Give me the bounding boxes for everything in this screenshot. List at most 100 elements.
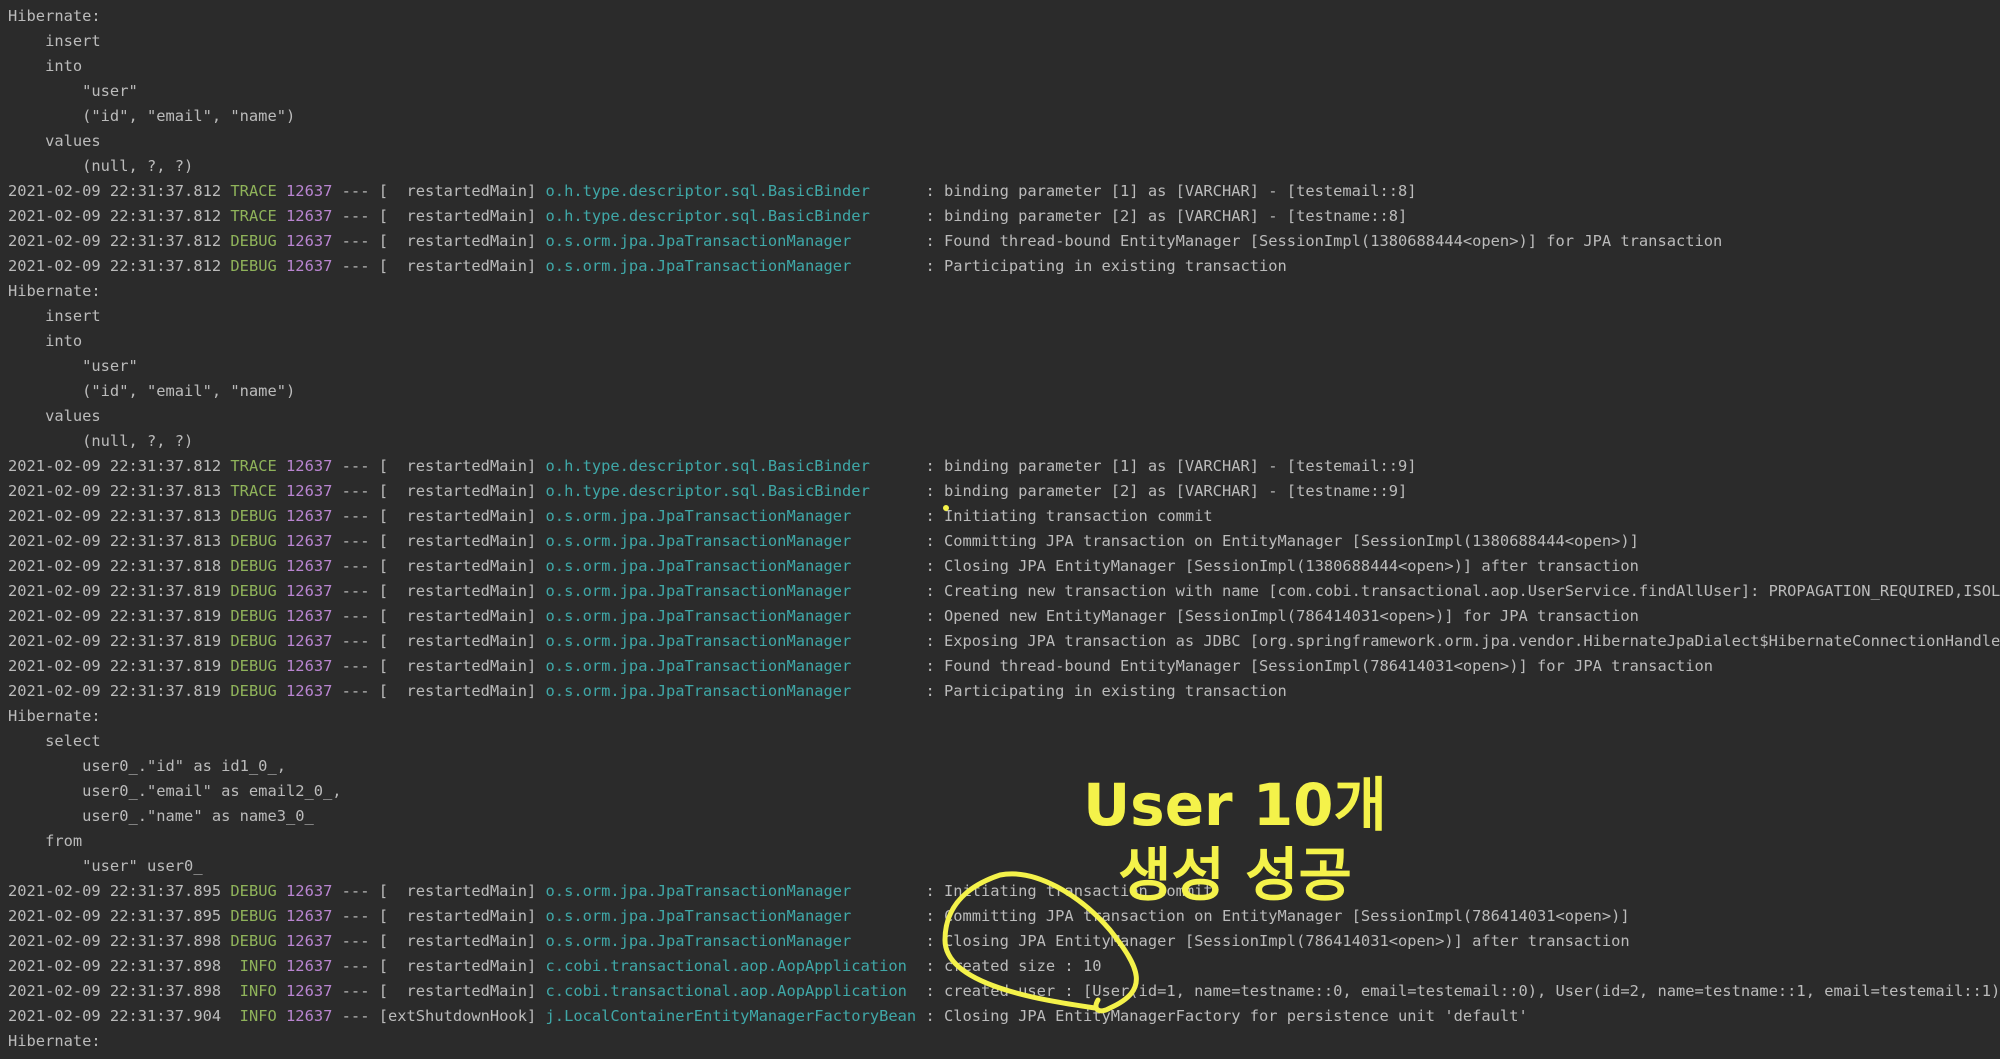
log-level: DEBUG (230, 607, 277, 625)
log-pid: 12637 (286, 182, 333, 200)
log-logger: o.s.orm.jpa.JpaTransactionManager (545, 532, 917, 550)
sql-text: into (8, 57, 83, 75)
log-timestamp: 2021-02-09 22:31:37.812 (8, 182, 222, 200)
log-level: TRACE (230, 457, 277, 475)
log-pid: 12637 (286, 957, 333, 975)
log-line: 2021-02-09 22:31:37.895 DEBUG 12637 --- … (8, 904, 2000, 929)
log-message: : binding parameter [1] as [VARCHAR] - [… (916, 457, 1417, 475)
sql-text: ("id", "email", "name") (8, 382, 305, 400)
log-thread: --- [ restartedMain] (341, 907, 537, 925)
log-level: DEBUG (230, 682, 277, 700)
log-timestamp: 2021-02-09 22:31:37.819 (8, 582, 222, 600)
sql-text: (null, ?, ?) (8, 432, 194, 450)
log-thread: --- [ restartedMain] (341, 457, 537, 475)
log-logger: o.s.orm.jpa.JpaTransactionManager (545, 682, 917, 700)
sql-line: "user" (8, 79, 2000, 104)
log-thread: --- [ restartedMain] (341, 232, 537, 250)
log-timestamp: 2021-02-09 22:31:37.813 (8, 482, 222, 500)
log-line: 2021-02-09 22:31:37.898 INFO 12637 --- [… (8, 979, 2000, 1004)
log-logger: o.s.orm.jpa.JpaTransactionManager (545, 582, 917, 600)
log-logger: c.cobi.transactional.aop.AopApplication (545, 982, 917, 1000)
log-timestamp: 2021-02-09 22:31:37.898 (8, 957, 222, 975)
sql-text: values (8, 132, 101, 150)
log-level: TRACE (230, 207, 277, 225)
sql-line: into (8, 54, 2000, 79)
log-thread: --- [ restartedMain] (341, 532, 537, 550)
log-timestamp: 2021-02-09 22:31:37.895 (8, 907, 222, 925)
sql-line: Hibernate: (8, 4, 2000, 29)
log-logger: o.h.type.descriptor.sql.BasicBinder (545, 207, 917, 225)
log-message: : created user : [User(id=1, name=testna… (916, 982, 2000, 1000)
log-logger: o.s.orm.jpa.JpaTransactionManager (545, 882, 917, 900)
log-level: DEBUG (230, 507, 277, 525)
sql-line: "user" (8, 354, 2000, 379)
log-timestamp: 2021-02-09 22:31:37.813 (8, 532, 222, 550)
log-logger: o.s.orm.jpa.JpaTransactionManager (545, 557, 917, 575)
log-level: INFO (230, 982, 277, 1000)
log-pid: 12637 (286, 607, 333, 625)
log-message: : Exposing JPA transaction as JDBC [org.… (916, 632, 2000, 650)
log-timestamp: 2021-02-09 22:31:37.812 (8, 457, 222, 475)
log-thread: --- [ restartedMain] (341, 682, 537, 700)
log-pid: 12637 (286, 982, 333, 1000)
log-level: INFO (230, 1007, 277, 1025)
sql-text: Hibernate: (8, 282, 110, 300)
log-message: : Creating new transaction with name [co… (925, 582, 2000, 600)
log-level: DEBUG (230, 657, 277, 675)
console-output[interactable]: Hibernate: insert into "user" ("id", "em… (0, 0, 2000, 1059)
log-level: DEBUG (230, 932, 277, 950)
sql-line: user0_."name" as name3_0_ (8, 804, 2000, 829)
log-level: DEBUG (230, 532, 277, 550)
log-thread: --- [ restartedMain] (341, 182, 537, 200)
sql-text: "user" user0_ (8, 857, 203, 875)
log-timestamp: 2021-02-09 22:31:37.812 (8, 257, 222, 275)
log-line: 2021-02-09 22:31:37.813 DEBUG 12637 --- … (8, 529, 2000, 554)
log-pid: 12637 (286, 657, 333, 675)
log-thread: --- [ restartedMain] (341, 207, 537, 225)
log-message: : Found thread-bound EntityManager [Sess… (916, 657, 1714, 675)
log-message: : Closing JPA EntityManagerFactory for p… (916, 1007, 1528, 1025)
log-logger: o.s.orm.jpa.JpaTransactionManager (545, 607, 917, 625)
log-timestamp: 2021-02-09 22:31:37.812 (8, 232, 222, 250)
sql-text: "user" (8, 82, 138, 100)
log-thread: --- [extShutdownHook] (341, 1007, 537, 1025)
log-timestamp: 2021-02-09 22:31:37.898 (8, 982, 222, 1000)
sql-text: insert (8, 32, 110, 50)
log-message: : binding parameter [2] as [VARCHAR] - [… (916, 207, 1408, 225)
log-message: : binding parameter [2] as [VARCHAR] - [… (916, 482, 1408, 500)
log-thread: --- [ restartedMain] (341, 482, 537, 500)
log-line: 2021-02-09 22:31:37.812 TRACE 12637 --- … (8, 179, 2000, 204)
sql-line: (null, ?, ?) (8, 154, 2000, 179)
log-pid: 12637 (286, 882, 333, 900)
log-logger: o.h.type.descriptor.sql.BasicBinder (545, 482, 917, 500)
sql-line: Hibernate: (8, 279, 2000, 304)
sql-text: user0_."email" as email2_0_, (8, 782, 342, 800)
log-pid: 12637 (286, 907, 333, 925)
sql-line: "user" user0_ (8, 854, 2000, 879)
log-line: 2021-02-09 22:31:37.812 DEBUG 12637 --- … (8, 254, 2000, 279)
log-thread: --- [ restartedMain] (341, 507, 537, 525)
log-logger: o.s.orm.jpa.JpaTransactionManager (545, 657, 917, 675)
log-pid: 12637 (286, 632, 333, 650)
log-logger: o.s.orm.jpa.JpaTransactionManager (545, 507, 917, 525)
log-timestamp: 2021-02-09 22:31:37.812 (8, 207, 222, 225)
log-pid: 12637 (286, 557, 333, 575)
log-line: 2021-02-09 22:31:37.904 INFO 12637 --- [… (8, 1004, 2000, 1029)
log-pid: 12637 (286, 482, 333, 500)
log-line: 2021-02-09 22:31:37.898 DEBUG 12637 --- … (8, 929, 2000, 954)
log-line: 2021-02-09 22:31:37.819 DEBUG 12637 --- … (8, 654, 2000, 679)
log-message: : Found thread-bound EntityManager [Sess… (916, 232, 1723, 250)
log-level: TRACE (230, 482, 277, 500)
log-line: 2021-02-09 22:31:37.819 DEBUG 12637 --- … (8, 579, 2000, 604)
sql-line: select (8, 729, 2000, 754)
log-line: 2021-02-09 22:31:37.898 INFO 12637 --- [… (8, 954, 2000, 979)
log-thread: --- [ restartedMain] (341, 557, 537, 575)
log-logger: o.s.orm.jpa.JpaTransactionManager (545, 632, 917, 650)
log-line: 2021-02-09 22:31:37.818 DEBUG 12637 --- … (8, 554, 2000, 579)
log-pid: 12637 (286, 932, 333, 950)
log-thread: --- [ restartedMain] (341, 582, 537, 600)
log-logger: o.s.orm.jpa.JpaTransactionManager (545, 907, 917, 925)
sql-text: insert (8, 307, 110, 325)
sql-text: user0_."name" as name3_0_ (8, 807, 324, 825)
log-line: 2021-02-09 22:31:37.812 DEBUG 12637 --- … (8, 229, 2000, 254)
